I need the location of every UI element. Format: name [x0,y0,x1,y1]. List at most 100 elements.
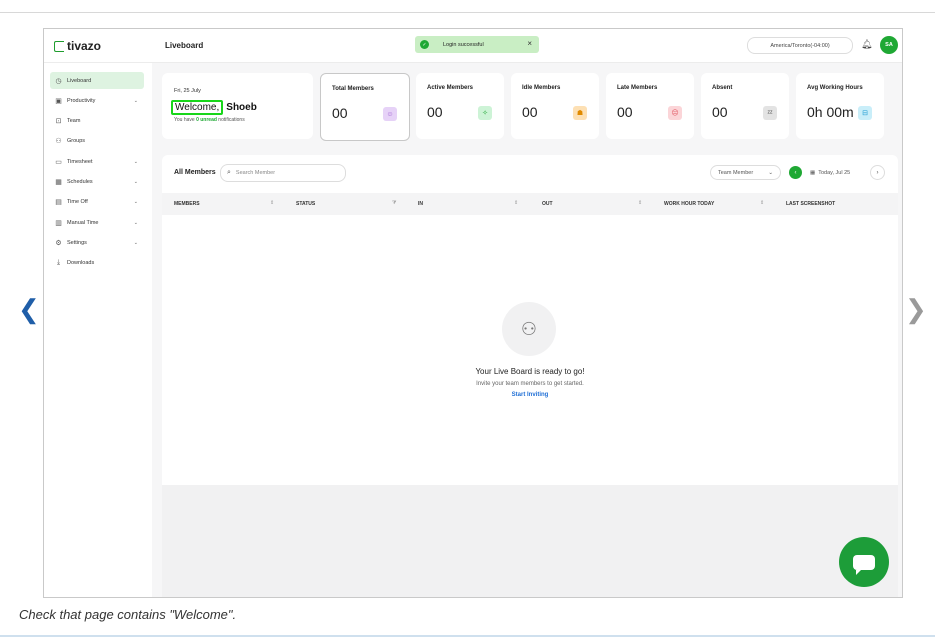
screenshot-frame: tivazo Liveboard ✓ Login successful × Am… [43,28,903,598]
sidebar-item-schedules[interactable]: ▦ Schedules ⌄ [50,174,144,191]
previous-day-button[interactable]: ‹ [789,166,802,179]
sidebar-item-timesheet[interactable]: ▭ Timesheet ⌄ [50,153,144,170]
date-picker[interactable]: ▦ Today, Jul 25 [810,165,850,180]
sort-icon[interactable]: ⇕ [638,200,642,206]
notification-summary: You have 0 unread notifications [174,117,245,123]
column-header-out[interactable]: OUT [542,201,553,207]
sidebar-item-downloads[interactable]: ⤓ Downloads [50,255,144,272]
sidebar-item-liveboard[interactable]: ◷ Liveboard [50,72,144,89]
notif-unread[interactable]: unread [200,117,217,123]
chat-button[interactable] [839,537,889,587]
sidebar-item-label: Schedules [67,179,93,185]
welcome-heading: Welcome, Shoeb [171,100,257,115]
timesheet-icon: ▭ [55,158,62,166]
top-bar: tivazo Liveboard ✓ Login successful × Am… [44,29,902,63]
next-day-button[interactable]: › [870,165,885,180]
idle-icon: ☗ [573,106,587,120]
sidebar-item-settings[interactable]: ⚙ Settings ⌄ [50,234,144,251]
stat-value: 0h 00m [807,104,854,120]
stat-value: 00 [522,104,538,120]
logo-text: tivazo [67,39,102,53]
sort-icon[interactable]: ⇕ [514,200,518,206]
sidebar-item-label: Productivity [67,97,96,104]
chevron-down-icon: ⌄ [133,199,138,206]
start-inviting-link[interactable]: Start Inviting [162,392,898,398]
notif-prefix: You have [174,117,195,123]
groups-icon: ⚇ [55,138,62,146]
stat-value: 00 [617,104,633,120]
stat-label: Avg Working Hours [807,85,863,91]
stat-card-idle-members[interactable]: Idle Members 00 ☗ [511,73,599,139]
timezone-selector[interactable]: America/Toronto(-04:00) [747,37,853,54]
sort-icon[interactable]: ⇕ [760,200,764,206]
toast-close-button[interactable]: × [527,39,532,48]
logo[interactable]: tivazo [54,39,101,53]
search-placeholder: Search Member [235,170,276,176]
chevron-down-icon: ⌄ [133,97,138,104]
time-off-icon: ▤ [55,199,62,207]
column-header-work-hour-today[interactable]: WORK HOUR TODAY [664,201,714,207]
top-divider [0,12,935,13]
schedules-icon: ▦ [55,179,62,186]
sidebar-item-label: Settings [67,239,87,246]
empty-state-title: Your Live Board is ready to go! [475,367,585,376]
search-input[interactable]: ⌕ Search Member [220,164,346,182]
user-name: Shoeb [226,102,257,113]
chevron-down-icon: ⌄ [133,219,138,226]
sidebar: ◷ Liveboard ▣ Productivity ⌄ ⊡ Team ⚇ Groups ▭ Tim… [44,63,152,597]
stat-card-avg-working-hours[interactable]: Avg Working Hours 0h 00m ⊟ [796,73,884,139]
stat-card-total-members[interactable]: Total Members 00 ☺ [320,73,410,141]
column-header-last-screenshot[interactable]: LAST SCREENSHOT [786,201,835,207]
previous-slide-icon[interactable]: ❮ [18,296,40,322]
sidebar-item-team[interactable]: ⊡ Team [50,113,144,130]
sidebar-item-time-off[interactable]: ▤ Time Off ⌄ [50,194,144,211]
sidebar-item-groups[interactable]: ⚇ Groups [50,133,144,150]
stat-value: 00 [427,104,443,120]
toast-text: Login successful [443,41,484,48]
search-icon: ⌕ [227,169,231,176]
column-header-status[interactable]: STATUS [296,201,315,207]
stat-card-late-members[interactable]: Late Members 00 ☹ [606,73,694,139]
team-icon: ⊡ [55,118,62,126]
empty-users-icon: ⚇ [502,302,556,356]
stat-label: Absent [712,85,733,91]
sort-icon[interactable]: ⇕ [270,200,274,206]
sidebar-item-manual-time[interactable]: ▥ Manual Time ⌄ [50,214,144,231]
stat-value: 00 [332,105,348,121]
login-toast: ✓ Login successful × [415,36,539,53]
sidebar-item-label: Timesheet [67,158,93,165]
stat-card-absent[interactable]: Absent 00 ᶻᶻ [701,73,789,139]
next-slide-icon[interactable]: ❯ [905,296,927,322]
chevron-down-icon: ⌄ [768,169,773,176]
team-member-filter[interactable]: Team Member ⌄ [710,165,781,180]
caption: Check that page contains "Welcome". [19,607,237,622]
stat-card-active-members[interactable]: Active Members 00 ✧ [416,73,504,139]
sidebar-item-label: Groups [67,138,86,145]
avatar[interactable]: SA [880,36,898,54]
sidebar-item-label: Team [67,118,81,125]
stat-label: Late Members [617,85,658,91]
sidebar-item-label: Liveboard [67,77,92,84]
stat-label: Total Members [332,86,374,92]
manual-time-icon: ▥ [55,219,62,227]
filter-label: Team Member [718,169,754,176]
productivity-icon: ▣ [55,97,62,105]
notif-count: 0 [196,117,199,123]
table-header: MEMBERS ⇕ STATUS ⧩ IN ⇕ OUT ⇕ WORK HOUR TODAY ⇕ LA… [162,193,898,215]
column-header-members[interactable]: MEMBERS [174,201,200,207]
date-text: Fri, 25 July [174,88,201,94]
stat-value: 00 [712,104,728,120]
chat-icon [853,554,875,575]
panel-footer-area [162,485,898,597]
sidebar-item-productivity[interactable]: ▣ Productivity ⌄ [50,92,144,109]
bottom-divider [0,635,935,637]
bell-icon[interactable]: 🔔︎ [861,39,872,50]
filter-icon[interactable]: ⧩ [392,200,396,206]
chevron-down-icon: ⌄ [133,179,138,185]
stat-label: Active Members [427,85,474,91]
sidebar-item-label: Manual Time [67,219,99,226]
welcome-word: Welcome, [171,100,224,115]
sidebar-item-label: Downloads [67,260,95,267]
users-icon: ☺ [383,107,397,121]
column-header-in[interactable]: IN [418,201,423,207]
